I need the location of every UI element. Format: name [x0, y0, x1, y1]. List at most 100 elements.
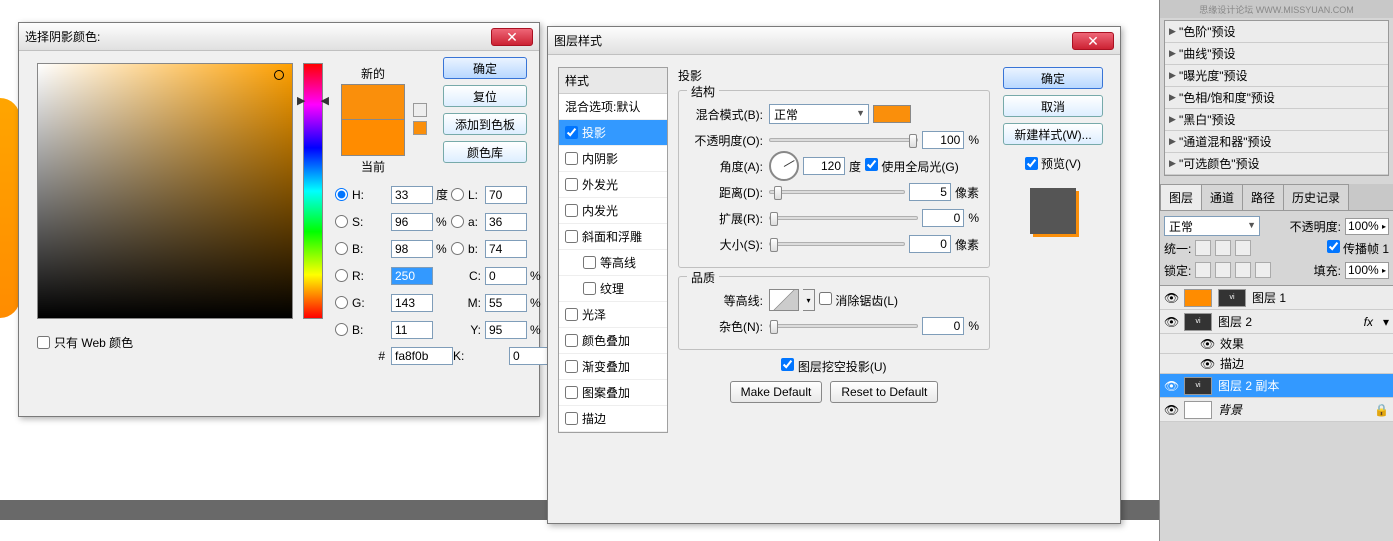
lock-transparency-icon[interactable]: [1195, 262, 1211, 278]
style-item-pattern-overlay[interactable]: 图案叠加: [559, 380, 667, 406]
preset-exposure[interactable]: ▶"曝光度"预设: [1165, 65, 1388, 87]
layer-fx-stroke[interactable]: 👁 描边: [1160, 354, 1393, 374]
close-icon[interactable]: ✕: [1072, 32, 1114, 50]
hue-slider[interactable]: [303, 63, 323, 319]
reset-default-button[interactable]: Reset to Default: [830, 381, 938, 403]
distance-input[interactable]: [909, 183, 951, 201]
global-light-checkbox[interactable]: 使用全局光(G): [865, 158, 959, 175]
c-input[interactable]: [485, 267, 527, 285]
reset-button[interactable]: 复位: [443, 85, 527, 107]
preview-checkbox[interactable]: 预览(V): [1025, 155, 1081, 172]
lock-pixels-icon[interactable]: [1215, 262, 1231, 278]
bri-radio[interactable]: B:: [335, 242, 391, 256]
eye-icon[interactable]: 👁: [1164, 379, 1178, 393]
fx-badge[interactable]: fx: [1364, 315, 1377, 329]
make-default-button[interactable]: Make Default: [730, 381, 823, 403]
style-item-bevel[interactable]: 斜面和浮雕: [559, 224, 667, 250]
bri-input[interactable]: [391, 240, 433, 258]
preset-hue-sat[interactable]: ▶"色相/饱和度"预设: [1165, 87, 1388, 109]
eye-icon[interactable]: 👁: [1164, 403, 1178, 417]
layer-row-1[interactable]: 👁 vi 图层 1: [1160, 286, 1393, 310]
new-style-button[interactable]: 新建样式(W)...: [1003, 123, 1103, 145]
l-radio[interactable]: L:: [451, 188, 485, 202]
spread-slider[interactable]: [769, 216, 918, 220]
tab-paths[interactable]: 路径: [1242, 184, 1284, 210]
knockout-checkbox[interactable]: 图层挖空投影(U): [781, 360, 886, 374]
layer-blend-mode-select[interactable]: 正常: [1164, 216, 1260, 236]
size-slider[interactable]: [769, 242, 905, 246]
noise-input[interactable]: [922, 317, 964, 335]
h-input[interactable]: [391, 186, 433, 204]
layer-thumbnail[interactable]: vi: [1218, 289, 1246, 307]
current-color-swatch[interactable]: [341, 120, 405, 156]
tab-history[interactable]: 历史记录: [1283, 184, 1349, 210]
opacity-slider[interactable]: [769, 138, 918, 142]
distance-slider[interactable]: [769, 190, 905, 194]
lab-b-input[interactable]: [485, 240, 527, 258]
style-item-inner-glow[interactable]: 内发光: [559, 198, 667, 224]
eye-icon[interactable]: 👁: [1200, 337, 1214, 351]
angle-dial[interactable]: [769, 151, 799, 181]
contour-picker[interactable]: [769, 289, 799, 311]
l-input[interactable]: [485, 186, 527, 204]
web-only-checkbox[interactable]: 只有 Web 颜色: [37, 334, 133, 351]
g-input[interactable]: [391, 294, 433, 312]
unify-visibility-icon[interactable]: [1215, 240, 1231, 256]
color-field[interactable]: [37, 63, 293, 319]
s-radio[interactable]: S:: [335, 215, 391, 229]
style-item-texture[interactable]: 纹理: [559, 276, 667, 302]
layer-thumbnail[interactable]: [1184, 401, 1212, 419]
layer-thumbnail[interactable]: vi: [1184, 377, 1212, 395]
style-item-blend[interactable]: 混合选项:默认: [559, 94, 667, 120]
y-input[interactable]: [485, 321, 527, 339]
h-radio[interactable]: H:: [335, 188, 391, 202]
style-item-satin[interactable]: 光泽: [559, 302, 667, 328]
preset-channel-mixer[interactable]: ▶"通道混和器"预设: [1165, 131, 1388, 153]
tab-channels[interactable]: 通道: [1201, 184, 1243, 210]
preset-bw[interactable]: ▶"黑白"预设: [1165, 109, 1388, 131]
eye-icon[interactable]: 👁: [1164, 315, 1178, 329]
preset-levels[interactable]: ▶"色阶"预设: [1165, 21, 1388, 43]
hex-input[interactable]: [391, 347, 453, 365]
style-item-grad-overlay[interactable]: 渐变叠加: [559, 354, 667, 380]
ok-button[interactable]: 确定: [1003, 67, 1103, 89]
cancel-button[interactable]: 取消: [1003, 95, 1103, 117]
lock-all-icon[interactable]: [1255, 262, 1271, 278]
preset-curves[interactable]: ▶"曲线"预设: [1165, 43, 1388, 65]
r-radio[interactable]: R:: [335, 269, 391, 283]
m-input[interactable]: [485, 294, 527, 312]
ok-button[interactable]: 确定: [443, 57, 527, 79]
layer-row-2-copy[interactable]: 👁 vi 图层 2 副本: [1160, 374, 1393, 398]
close-icon[interactable]: ✕: [491, 28, 533, 46]
tab-layers[interactable]: 图层: [1160, 184, 1202, 210]
angle-input[interactable]: [803, 157, 845, 175]
layer-style-titlebar[interactable]: 图层样式 ✕: [548, 27, 1120, 55]
layer-fx-effects[interactable]: 👁 效果: [1160, 334, 1393, 354]
style-item-outer-glow[interactable]: 外发光: [559, 172, 667, 198]
blend-mode-select[interactable]: 正常: [769, 104, 869, 124]
antialias-checkbox[interactable]: 消除锯齿(L): [819, 292, 898, 309]
noise-slider[interactable]: [769, 324, 918, 328]
lock-position-icon[interactable]: [1235, 262, 1251, 278]
lab-b-radio[interactable]: b:: [451, 242, 485, 256]
layer-thumbnail[interactable]: [1184, 289, 1212, 307]
a-input[interactable]: [485, 213, 527, 231]
style-item-color-overlay[interactable]: 颜色叠加: [559, 328, 667, 354]
layer-thumbnail[interactable]: vi: [1184, 313, 1212, 331]
unify-style-icon[interactable]: [1235, 240, 1251, 256]
contour-dropdown-icon[interactable]: ▾: [803, 289, 815, 311]
style-item-stroke[interactable]: 描边: [559, 406, 667, 432]
layer-row-background[interactable]: 👁 背景 🔒: [1160, 398, 1393, 422]
s-input[interactable]: [391, 213, 433, 231]
layer-row-2[interactable]: 👁 vi 图层 2 fx▾: [1160, 310, 1393, 334]
eye-icon[interactable]: 👁: [1164, 291, 1178, 305]
a-radio[interactable]: a:: [451, 215, 485, 229]
preset-selective-color[interactable]: ▶"可选颜色"预设: [1165, 153, 1388, 175]
k-input[interactable]: [509, 347, 551, 365]
color-libraries-button[interactable]: 颜色库: [443, 141, 527, 163]
gamut-warning-icon[interactable]: [413, 103, 427, 117]
gamut-color-swatch[interactable]: [413, 121, 427, 135]
size-input[interactable]: [909, 235, 951, 253]
fill-input[interactable]: 100%▸: [1345, 262, 1389, 279]
style-item-drop-shadow[interactable]: 投影: [559, 120, 667, 146]
